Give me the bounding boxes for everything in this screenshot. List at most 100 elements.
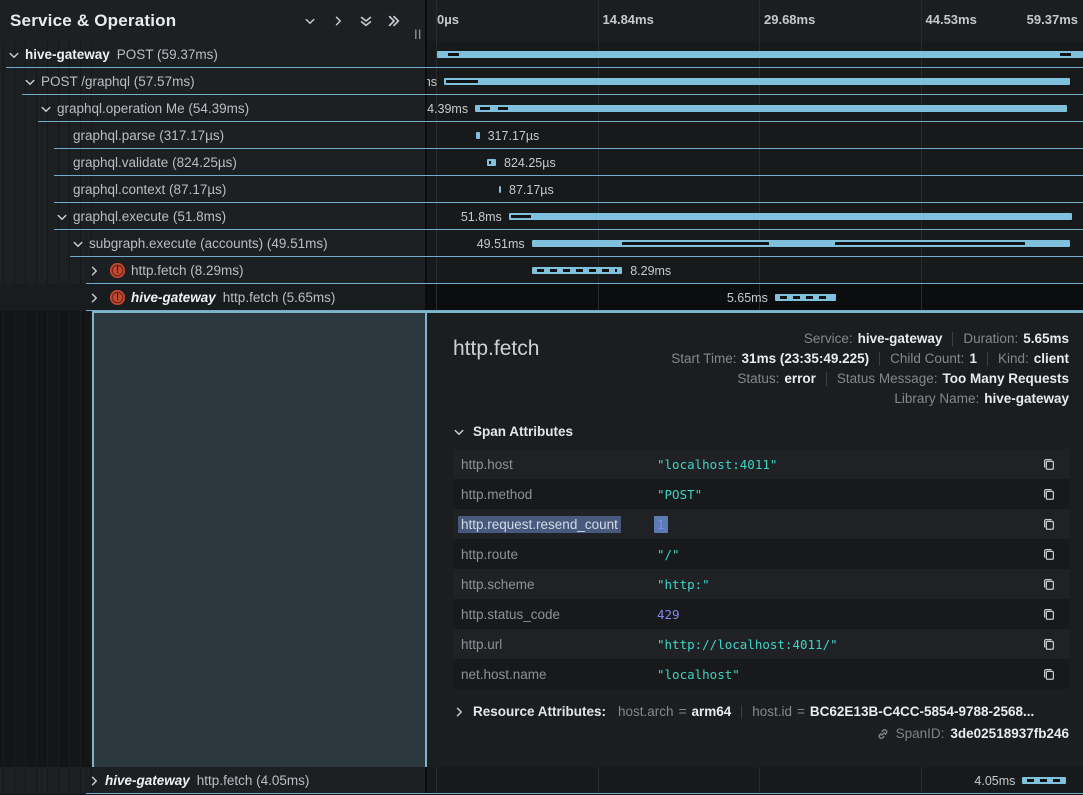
span-name-cell[interactable]: subgraph.execute (accounts) (49.51ms) [0,230,427,257]
bottom-span-row: hive-gatewayhttp.fetch (4.05ms) 4.05ms [0,767,1083,794]
operation-name: graphql.operation Me (54.39ms) [57,101,249,116]
copy-icon[interactable] [1041,636,1057,652]
duration-label: 4.05ms [974,774,1015,788]
attribute-value: 1 [657,517,1041,532]
chevron-right-icon[interactable] [88,292,100,304]
span-tree-row[interactable]: POST /graphql (57.57ms)57.57ms [0,68,1083,95]
link-icon[interactable] [876,727,890,741]
metadata-label: Start Time: [671,351,736,366]
attribute-value: "POST" [657,487,1041,502]
span-name-cell[interactable]: !http.fetch (8.29ms) [0,257,427,284]
row-underline [86,793,1083,794]
metadata-label: Duration: [963,331,1018,346]
attribute-value: "/" [657,547,1041,562]
attribute-row: http.scheme"http:" [453,569,1069,599]
ruler-tick-label: 29.68ms [764,12,815,27]
span-name-cell[interactable]: graphql.execute (51.8ms) [0,203,427,230]
span-label: subgraph.execute (accounts) (49.51ms) [89,236,328,251]
operation-name: POST /graphql (57.57ms) [41,74,195,89]
row-underline [86,310,1083,311]
panel-title: Service & Operation [10,11,302,31]
span-tree-row[interactable]: graphql.parse (317.17µs)317.17µs [0,122,1083,149]
span-label: hive-gatewayPOST (59.37ms) [25,47,218,62]
span-name-cell[interactable]: graphql.validate (824.25µs) [0,149,427,176]
resource-attributes-header[interactable]: Resource Attributes: [473,704,606,719]
metadata-label: Service: [804,331,853,346]
span-duration-bar[interactable] [487,159,496,166]
span-tree-row[interactable]: !http.fetch (8.29ms)8.29ms [0,257,1083,284]
span-name-cell[interactable]: hive-gatewayhttp.fetch (4.05ms) [0,767,427,794]
chevron-down-icon[interactable] [8,49,20,61]
span-duration-bar[interactable] [499,186,501,193]
row-underline [86,283,1083,284]
copy-icon[interactable] [1041,576,1057,592]
span-tree-row[interactable]: subgraph.execute (accounts) (49.51ms)49.… [0,230,1083,257]
attribute-key: http.method [461,487,657,502]
span-name-cell[interactable]: graphql.context (87.17µs) [0,176,427,203]
span-label: graphql.parse (317.17µs) [73,128,224,143]
span-name-cell[interactable]: POST /graphql (57.57ms) [0,68,427,95]
copy-icon[interactable] [1041,546,1057,562]
double-chevron-down-icon[interactable] [358,13,373,28]
chevron-right-icon[interactable] [330,13,345,28]
chevron-down-icon[interactable] [302,13,317,28]
span-tree-row[interactable]: hive-gatewayPOST (59.37ms) [0,41,1083,68]
span-duration-bar[interactable] [775,294,836,301]
span-attributes-header[interactable]: Span Attributes [453,424,1069,439]
chevron-right-icon[interactable] [88,775,100,787]
chevron-right-icon[interactable] [88,265,100,277]
span-tree-row[interactable]: graphql.execute (51.8ms)51.8ms [0,203,1083,230]
attribute-row: http.request.resend_count1 [453,509,1069,539]
span-duration-bar[interactable] [1022,777,1066,784]
span-name-cell[interactable]: hive-gatewayPOST (59.37ms) [0,41,427,68]
span-label: graphql.context (87.17µs) [73,182,226,197]
attribute-row: http.method"POST" [453,479,1069,509]
row-underline [54,175,1083,176]
span-duration-bar[interactable] [509,213,1073,220]
span-name-cell[interactable]: graphql.operation Me (54.39ms) [0,95,427,122]
span-label: !hive-gatewayhttp.fetch (5.65ms) [105,290,335,305]
span-duration-bar[interactable] [437,51,1083,58]
ruler-tick-label: 0µs [437,12,459,27]
copy-icon[interactable] [1041,606,1057,622]
span-tree-row[interactable]: !hive-gatewayhttp.fetch (5.65ms) 5.65ms [0,284,1083,311]
operation-name: graphql.parse (317.17µs) [73,128,224,143]
tree-controls [302,13,401,28]
copy-icon[interactable] [1041,666,1057,682]
double-chevron-right-icon[interactable] [386,13,401,28]
span-tree-row[interactable]: graphql.operation Me (54.39ms)54.39ms [0,95,1083,122]
copy-icon[interactable] [1041,516,1057,532]
span-duration-bar[interactable] [532,267,622,274]
span-tree-row[interactable]: graphql.validate (824.25µs) 824.25µs [0,149,1083,176]
chevron-down-icon[interactable] [24,76,36,88]
chevron-down-icon[interactable] [40,103,52,115]
attribute-key: http.host [461,457,657,472]
span-duration-bar[interactable] [444,78,1070,85]
duration-label: 5.65ms [727,291,768,305]
span-duration-bar[interactable] [475,105,1067,112]
span-name-cell[interactable]: !hive-gatewayhttp.fetch (5.65ms) [0,284,427,311]
panel-resize-handle[interactable]: || [414,29,422,40]
span-duration-bar[interactable] [476,132,479,139]
child-span-marker [448,53,459,56]
operation-name: graphql.context (87.17µs) [73,182,226,197]
timeline-ruler: 0µs14.84ms29.68ms44.53ms59.37ms [427,0,1083,41]
copy-icon[interactable] [1041,456,1057,472]
span-detail-header: http.fetch Service:hive-gatewayDuration:… [453,325,1069,406]
child-span-marker [498,107,508,110]
row-underline [54,202,1083,203]
metadata-value: error [784,371,816,386]
span-duration-bar[interactable] [532,240,1071,247]
chevron-down-icon[interactable] [72,238,84,250]
attribute-key: http.route [461,547,657,562]
span-metadata: Service:hive-gatewayDuration:5.65msStart… [671,325,1069,406]
copy-icon[interactable] [1041,486,1057,502]
duration-label: 824.25µs [504,156,556,170]
chevron-down-icon[interactable] [56,211,68,223]
span-tree-row[interactable]: hive-gatewayhttp.fetch (4.05ms) 4.05ms [0,767,1083,794]
span-tree-row[interactable]: graphql.context (87.17µs)87.17µs [0,176,1083,203]
span-name-cell[interactable]: graphql.parse (317.17µs) [0,122,427,149]
span-rows: hive-gatewayPOST (59.37ms) POST /graphql … [0,41,1083,311]
row-underline [70,256,1083,257]
attribute-value: 429 [657,607,1041,622]
